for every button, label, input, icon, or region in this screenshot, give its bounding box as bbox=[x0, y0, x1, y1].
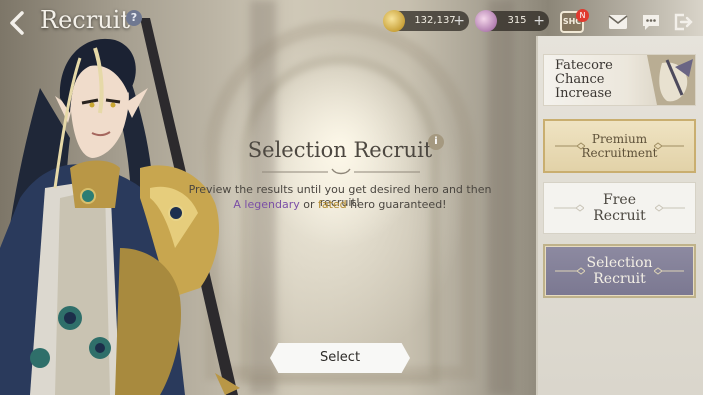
title-divider-ornament bbox=[262, 168, 420, 175]
mail-icon[interactable] bbox=[608, 13, 628, 31]
gem-currency: 315 + bbox=[475, 10, 549, 32]
selection-label: Recruit bbox=[593, 271, 646, 287]
new-badge: N bbox=[576, 9, 589, 22]
premium-label: Premium bbox=[591, 132, 648, 146]
top-bar: Recruit ? 132,137 + 315 + SHC N bbox=[0, 0, 703, 40]
back-arrow-icon[interactable] bbox=[6, 10, 30, 36]
fatecore-label: Increase bbox=[555, 86, 612, 101]
ornament-left-icon bbox=[555, 142, 585, 150]
premium-label: Recruitment bbox=[581, 146, 658, 160]
gem-crystal-icon bbox=[475, 10, 497, 32]
free-recruit-button[interactable]: Free Recruit bbox=[543, 182, 696, 234]
selection-recruit-title: Selection Recruit bbox=[247, 138, 433, 162]
page-title: Recruit bbox=[40, 6, 130, 34]
free-label: Recruit bbox=[593, 208, 646, 224]
guaranteed-text: hero guaranteed! bbox=[346, 198, 447, 211]
fatecore-label: Chance bbox=[555, 72, 605, 87]
ornament-left-icon bbox=[554, 204, 584, 212]
fated-text: fated bbox=[317, 198, 347, 211]
selection-recruit-button[interactable]: Selection Recruit bbox=[543, 244, 696, 298]
guarantee-line: A legendary or fated hero guaranteed! bbox=[180, 198, 500, 211]
gold-currency: 132,137 + bbox=[383, 10, 469, 32]
ornament-right-icon bbox=[655, 204, 685, 212]
selection-label: Selection bbox=[586, 255, 653, 271]
help-icon[interactable]: ? bbox=[126, 10, 142, 26]
legendary-text: A legendary bbox=[233, 198, 300, 211]
ornament-right-icon bbox=[654, 142, 684, 150]
gold-coin-icon bbox=[383, 10, 405, 32]
info-icon[interactable]: i bbox=[428, 134, 444, 150]
chat-icon[interactable] bbox=[641, 13, 661, 31]
exit-icon[interactable] bbox=[673, 13, 693, 31]
add-gem-button[interactable]: + bbox=[533, 11, 545, 31]
add-gold-button[interactable]: + bbox=[453, 11, 465, 31]
gold-amount: 132,137 bbox=[414, 15, 456, 26]
background-arch-inner bbox=[240, 55, 440, 385]
premium-recruitment-button[interactable]: Premium Recruitment bbox=[543, 119, 696, 173]
ornament-left-icon bbox=[555, 267, 585, 275]
free-label: Free bbox=[603, 192, 636, 208]
fatecore-chance-increase-banner[interactable]: Fatecore Chance Increase bbox=[543, 54, 696, 106]
select-button[interactable]: Select bbox=[270, 343, 410, 373]
fatecore-label: Fatecore bbox=[555, 58, 613, 73]
gem-amount: 315 bbox=[507, 15, 527, 26]
ornament-right-icon bbox=[654, 267, 684, 275]
fatecore-hero-art bbox=[647, 55, 695, 105]
or-text: or bbox=[299, 198, 318, 211]
